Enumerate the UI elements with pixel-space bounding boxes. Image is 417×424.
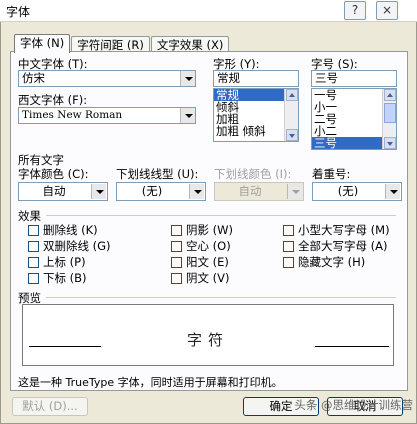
hidden-text-checkbox[interactable]: 隐藏文字 (H) bbox=[283, 256, 365, 270]
watermark: 头条 @思维设计训练营 bbox=[294, 398, 413, 412]
font-style-scrollbar[interactable] bbox=[284, 89, 298, 141]
emphasis-mark-value: (无) bbox=[337, 184, 359, 198]
checkbox-label: 下标 (B) bbox=[43, 271, 87, 285]
preview-divider bbox=[46, 297, 396, 298]
title-bar: 字体 ? × bbox=[0, 0, 417, 22]
chevron-down-icon[interactable] bbox=[180, 71, 195, 86]
help-button[interactable]: ? bbox=[344, 1, 366, 20]
font-color-value: 自动 bbox=[42, 184, 66, 198]
checkbox-label: 隐藏文字 (H) bbox=[298, 255, 366, 269]
checkbox-box[interactable] bbox=[283, 225, 294, 236]
chevron-down-icon[interactable] bbox=[385, 184, 400, 199]
checkbox-box[interactable] bbox=[28, 241, 39, 252]
all-caps-checkbox[interactable]: 全部大写字母 (A) bbox=[283, 240, 388, 254]
checkbox-box[interactable] bbox=[28, 225, 39, 236]
double-strikethrough-checkbox[interactable]: 双删除线 (G) bbox=[28, 240, 111, 254]
checkbox-label: 阳文 (E) bbox=[186, 255, 229, 269]
scroll-down-icon[interactable] bbox=[286, 129, 298, 141]
font-info-note: 这是一种 TrueType 字体，同时适用于屏幕和打印机。 bbox=[18, 376, 283, 389]
default-button: 默认 (D)... bbox=[12, 397, 88, 416]
font-style-input[interactable]: 常规 bbox=[213, 70, 299, 87]
underline-style-dropdown[interactable]: (无) bbox=[116, 182, 206, 201]
checkbox-box[interactable] bbox=[171, 257, 182, 268]
preview-box: 字符 bbox=[22, 304, 394, 366]
strikethrough-checkbox[interactable]: 删除线 (K) bbox=[28, 224, 98, 238]
subscript-checkbox[interactable]: 下标 (B) bbox=[28, 272, 87, 286]
engrave-checkbox[interactable]: 阴文 (V) bbox=[171, 272, 230, 286]
underline-style-label: 下划线线型 (U): bbox=[116, 167, 199, 181]
font-color-label: 字体颜色 (C): bbox=[18, 167, 89, 181]
checkbox-label: 阴文 (V) bbox=[186, 271, 230, 285]
shadow-checkbox[interactable]: 阴影 (W) bbox=[171, 224, 233, 238]
underline-style-value: (无) bbox=[141, 184, 163, 198]
checkbox-label: 全部大写字母 (A) bbox=[298, 239, 388, 253]
checkbox-label: 删除线 (K) bbox=[43, 223, 98, 237]
checkbox-label: 空心 (O) bbox=[186, 239, 231, 253]
checkbox-box[interactable] bbox=[171, 225, 182, 236]
chevron-down-icon[interactable] bbox=[180, 108, 195, 123]
effects-heading: 效果 bbox=[18, 209, 41, 223]
superscript-checkbox[interactable]: 上标 (P) bbox=[28, 256, 86, 270]
checkbox-box[interactable] bbox=[171, 241, 182, 252]
tab-strip: 字体 (N) 字符间距 (R) 文字效果 (X) bbox=[14, 34, 230, 53]
checkbox-box[interactable] bbox=[28, 257, 39, 268]
emphasis-mark-label: 着重号: bbox=[312, 167, 351, 181]
window-title: 字体 bbox=[6, 5, 31, 19]
close-button[interactable]: × bbox=[376, 1, 398, 20]
scroll-up-icon[interactable] bbox=[286, 89, 298, 101]
font-color-dropdown[interactable]: 自动 bbox=[18, 182, 108, 201]
underline-color-value: 自动 bbox=[238, 184, 262, 198]
chinese-font-dropdown[interactable] bbox=[18, 70, 196, 89]
checkbox-label: 上标 (P) bbox=[43, 255, 86, 269]
scroll-thumb[interactable] bbox=[384, 103, 396, 123]
effects-divider bbox=[46, 215, 396, 216]
emphasis-mark-dropdown[interactable]: (无) bbox=[312, 182, 402, 201]
chevron-down-icon[interactable] bbox=[91, 184, 106, 199]
checkbox-label: 双删除线 (G) bbox=[43, 239, 111, 253]
checkbox-box[interactable] bbox=[283, 241, 294, 252]
scroll-up-icon[interactable] bbox=[384, 89, 396, 101]
chevron-down-icon bbox=[287, 184, 302, 199]
outline-checkbox[interactable]: 空心 (O) bbox=[171, 240, 231, 254]
font-size-scrollbar[interactable] bbox=[382, 89, 396, 149]
checkbox-label: 小型大写字母 (M) bbox=[298, 223, 390, 237]
font-size-list[interactable]: 一号 小一 二号 小二 三号 bbox=[311, 88, 397, 150]
tab-font[interactable]: 字体 (N) bbox=[14, 34, 71, 53]
preview-baseline-right bbox=[315, 346, 389, 347]
checkbox-box[interactable] bbox=[171, 273, 182, 284]
emboss-checkbox[interactable]: 阳文 (E) bbox=[171, 256, 229, 270]
small-caps-checkbox[interactable]: 小型大写字母 (M) bbox=[283, 224, 390, 238]
font-style-list[interactable]: 常规 倾斜 加粗 加粗 倾斜 bbox=[213, 88, 299, 142]
chevron-down-icon[interactable] bbox=[189, 184, 204, 199]
western-font-label: 西文字体 (F): bbox=[18, 93, 88, 107]
underline-color-label: 下划线颜色 (I): bbox=[214, 167, 292, 181]
checkbox-box[interactable] bbox=[283, 257, 294, 268]
scroll-down-icon[interactable] bbox=[384, 137, 396, 149]
underline-color-dropdown: 自动 bbox=[214, 182, 304, 201]
western-font-dropdown[interactable] bbox=[18, 107, 196, 126]
checkbox-label: 阴影 (W) bbox=[186, 223, 233, 237]
font-size-input[interactable]: 三号 bbox=[311, 70, 397, 87]
checkbox-box[interactable] bbox=[28, 273, 39, 284]
